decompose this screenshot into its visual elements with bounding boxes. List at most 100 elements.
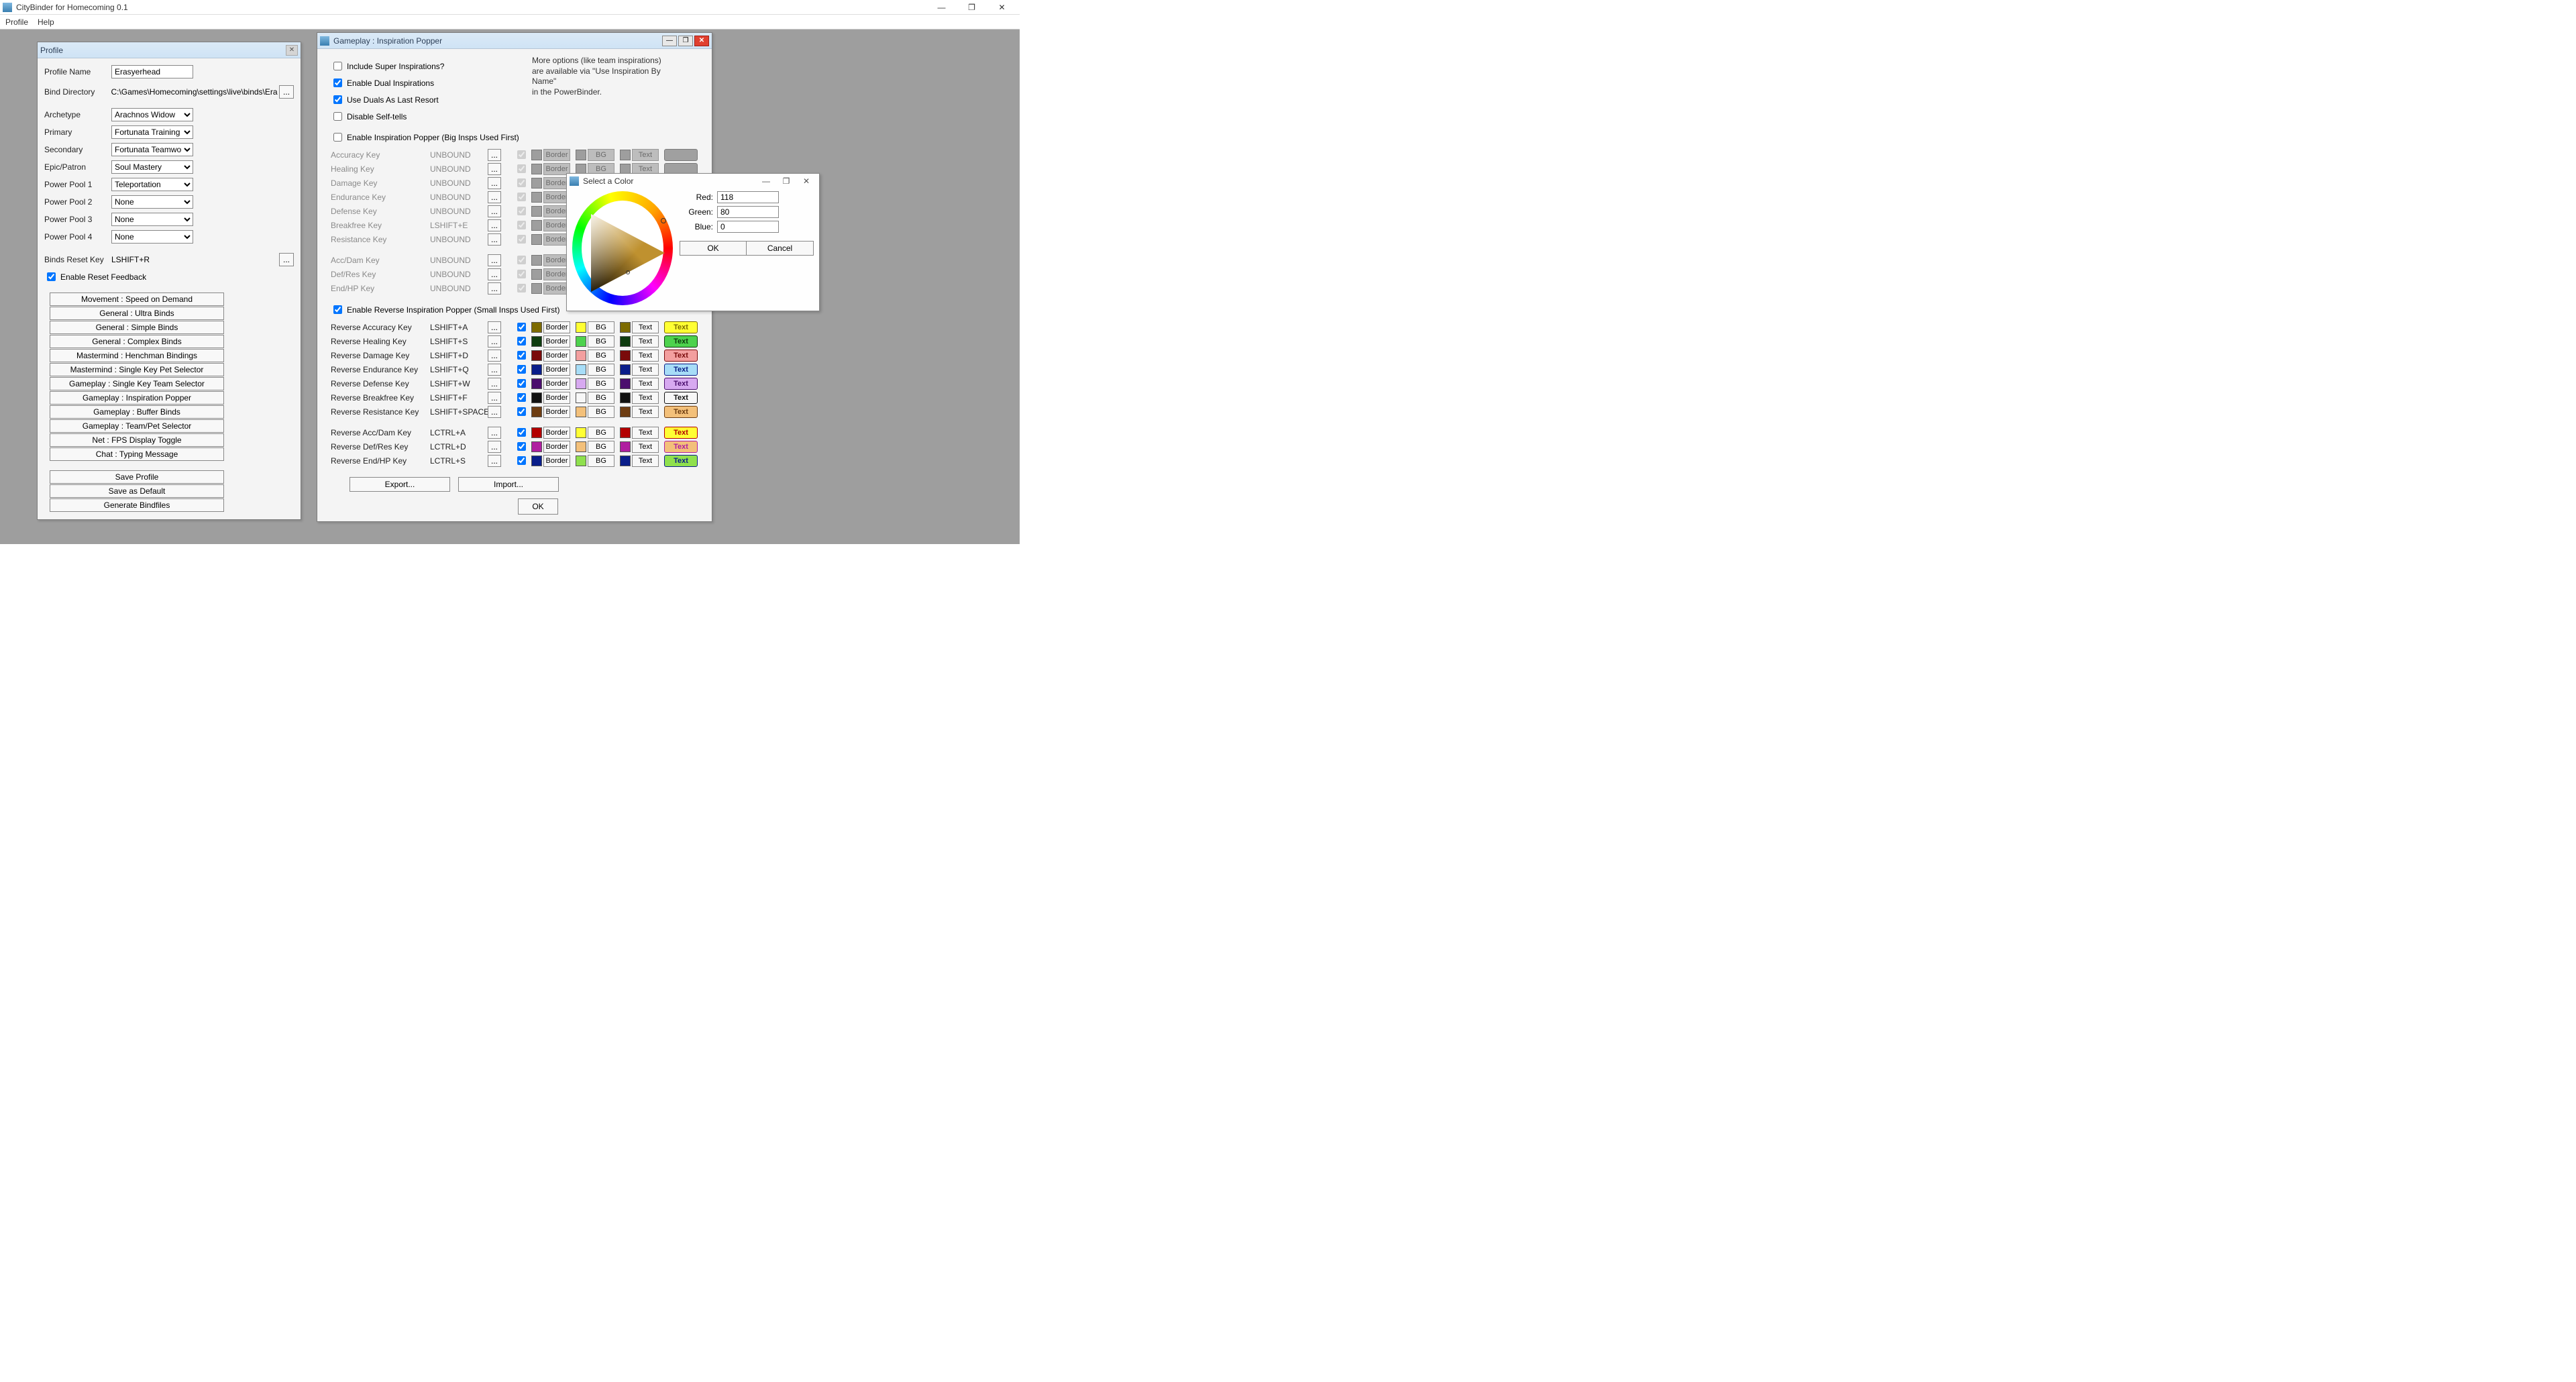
color-cancel-button[interactable]: Cancel <box>747 241 814 256</box>
bg-button[interactable]: BG <box>588 406 614 418</box>
module-button[interactable]: Mastermind : Single Key Pet Selector <box>50 363 224 376</box>
minimize-button[interactable]: — <box>926 1 957 14</box>
bg-swatch[interactable] <box>576 322 586 333</box>
module-button[interactable]: Net : FPS Display Toggle <box>50 433 224 447</box>
gameplay-minimize-button[interactable]: — <box>662 36 677 46</box>
border-swatch[interactable] <box>531 392 542 403</box>
dropdown-archetype[interactable]: Arachnos Widow <box>111 108 193 121</box>
text-button[interactable]: Text <box>632 406 659 418</box>
red-input[interactable] <box>717 191 779 203</box>
gameplay-maximize-button[interactable]: ❐ <box>678 36 693 46</box>
insp-bind-button[interactable]: ... <box>488 350 501 362</box>
menu-help[interactable]: Help <box>38 17 54 27</box>
border-button[interactable]: Border <box>543 321 570 333</box>
insp-enable-checkbox[interactable] <box>517 407 526 416</box>
insp-bind-button[interactable]: ... <box>488 364 501 376</box>
border-swatch[interactable] <box>531 322 542 333</box>
insp-enable-checkbox[interactable] <box>517 442 526 451</box>
profile-close-button[interactable]: ✕ <box>286 45 298 56</box>
color-maximize-button[interactable]: ❐ <box>776 175 796 187</box>
maximize-button[interactable]: ❐ <box>957 1 987 14</box>
gp-option-checkbox[interactable] <box>333 78 342 87</box>
text-button[interactable]: Text <box>632 335 659 348</box>
text-button[interactable]: Text <box>632 378 659 390</box>
bg-swatch[interactable] <box>576 392 586 403</box>
action-button[interactable]: Save Profile <box>50 470 224 484</box>
green-input[interactable] <box>717 206 779 218</box>
color-ok-button[interactable]: OK <box>680 241 747 256</box>
bg-button[interactable]: BG <box>588 455 614 467</box>
text-button[interactable]: Text <box>632 455 659 467</box>
insp-bind-button[interactable]: ... <box>488 427 501 439</box>
border-swatch[interactable] <box>531 378 542 389</box>
action-button[interactable]: Save as Default <box>50 484 224 498</box>
border-swatch[interactable] <box>531 441 542 452</box>
border-swatch[interactable] <box>531 427 542 438</box>
insp-enable-checkbox[interactable] <box>517 379 526 388</box>
close-button[interactable]: ✕ <box>987 1 1017 14</box>
enable-reverse-popper-checkbox[interactable] <box>333 305 342 314</box>
insp-bind-button[interactable]: ... <box>488 392 501 404</box>
text-button[interactable]: Text <box>632 441 659 453</box>
bg-swatch[interactable] <box>576 336 586 347</box>
text-swatch[interactable] <box>620 456 631 466</box>
insp-enable-checkbox[interactable] <box>517 456 526 465</box>
border-button[interactable]: Border <box>543 335 570 348</box>
color-close-button[interactable]: ✕ <box>796 175 816 187</box>
hue-ring-cursor[interactable] <box>661 218 666 223</box>
border-swatch[interactable] <box>531 407 542 417</box>
reset-key-bind-button[interactable]: ... <box>279 253 294 266</box>
bg-swatch[interactable] <box>576 427 586 438</box>
insp-enable-checkbox[interactable] <box>517 365 526 374</box>
border-swatch[interactable] <box>531 350 542 361</box>
bg-swatch[interactable] <box>576 441 586 452</box>
text-button[interactable]: Text <box>632 392 659 404</box>
bg-swatch[interactable] <box>576 407 586 417</box>
module-button[interactable]: Gameplay : Team/Pet Selector <box>50 419 224 433</box>
profile-titlebar[interactable]: Profile ✕ <box>38 42 301 58</box>
insp-bind-button[interactable]: ... <box>488 455 501 467</box>
module-button[interactable]: Gameplay : Inspiration Popper <box>50 391 224 405</box>
enable-reset-feedback-checkbox[interactable] <box>47 272 56 281</box>
module-button[interactable]: General : Complex Binds <box>50 335 224 348</box>
menu-profile[interactable]: Profile <box>5 17 28 27</box>
bg-swatch[interactable] <box>576 378 586 389</box>
border-swatch[interactable] <box>531 364 542 375</box>
dropdown-primary[interactable]: Fortunata Training <box>111 125 193 139</box>
insp-bind-button[interactable]: ... <box>488 321 501 333</box>
bg-button[interactable]: BG <box>588 335 614 348</box>
profile-name-input[interactable] <box>111 65 193 78</box>
bg-button[interactable]: BG <box>588 441 614 453</box>
insp-bind-button[interactable]: ... <box>488 441 501 453</box>
border-button[interactable]: Border <box>543 441 570 453</box>
insp-bind-button[interactable]: ... <box>488 335 501 348</box>
text-button[interactable]: Text <box>632 350 659 362</box>
blue-input[interactable] <box>717 221 779 233</box>
module-button[interactable]: Movement : Speed on Demand <box>50 293 224 306</box>
border-button[interactable]: Border <box>543 350 570 362</box>
text-swatch[interactable] <box>620 441 631 452</box>
border-button[interactable]: Border <box>543 455 570 467</box>
gameplay-ok-button[interactable]: OK <box>518 498 558 515</box>
text-swatch[interactable] <box>620 378 631 389</box>
import-button[interactable]: Import... <box>458 477 559 492</box>
dropdown-power-pool-3[interactable]: None <box>111 213 193 226</box>
insp-bind-button[interactable]: ... <box>488 378 501 390</box>
bg-button[interactable]: BG <box>588 378 614 390</box>
color-wheel[interactable] <box>572 191 673 305</box>
dropdown-secondary[interactable]: Fortunata Teamwork <box>111 143 193 156</box>
text-button[interactable]: Text <box>632 364 659 376</box>
dropdown-power-pool-1[interactable]: Teleportation <box>111 178 193 191</box>
text-swatch[interactable] <box>620 407 631 417</box>
export-button[interactable]: Export... <box>350 477 450 492</box>
border-button[interactable]: Border <box>543 378 570 390</box>
color-minimize-button[interactable]: — <box>756 175 776 187</box>
bg-swatch[interactable] <box>576 350 586 361</box>
gameplay-close-button[interactable]: ✕ <box>694 36 709 46</box>
color-picker-titlebar[interactable]: Select a Color — ❐ ✕ <box>567 174 819 189</box>
border-button[interactable]: Border <box>543 406 570 418</box>
gp-option-checkbox[interactable] <box>333 95 342 104</box>
text-swatch[interactable] <box>620 336 631 347</box>
insp-enable-checkbox[interactable] <box>517 428 526 437</box>
border-swatch[interactable] <box>531 336 542 347</box>
